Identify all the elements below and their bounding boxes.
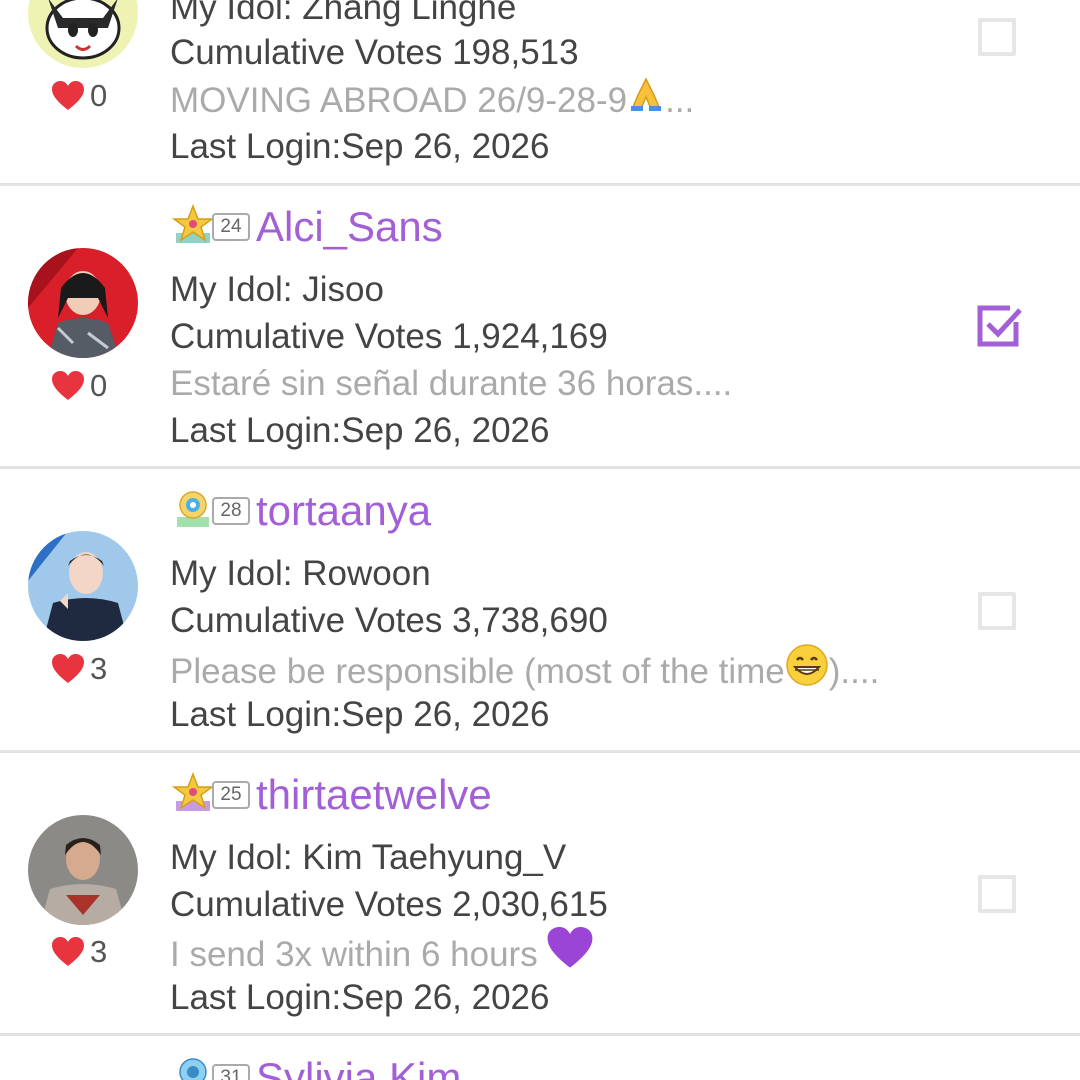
select-checkbox[interactable] xyxy=(978,592,1016,630)
voter-list: 0 My Idol: Zhang Linghe Cumulative Votes… xyxy=(0,0,1080,1080)
user-header: 24 Alci_Sans xyxy=(170,202,443,252)
votes-text: Cumulative Votes 3,738,690 xyxy=(170,601,608,640)
last-login: Last Login:Sep 26, 2026 xyxy=(170,978,550,1017)
level-number: 25 xyxy=(212,781,250,809)
like-counter[interactable]: 3 xyxy=(52,932,107,972)
flower-trophy-icon xyxy=(179,1058,207,1080)
like-count: 0 xyxy=(90,368,108,403)
level-badge: 31 xyxy=(170,1054,250,1080)
user-header: 28 tortaanya xyxy=(170,486,431,536)
list-item[interactable]: 31 Sylivia Kim xyxy=(0,1036,1080,1080)
username-link[interactable]: tortaanya xyxy=(256,487,431,535)
heart-icon xyxy=(52,654,84,684)
status-ellipsis: ... xyxy=(665,80,695,120)
level-number: 24 xyxy=(212,213,250,241)
grinning-face-emoji xyxy=(785,643,829,698)
level-badge: 25 xyxy=(170,771,250,819)
star-trophy-icon xyxy=(171,203,215,243)
heart-icon xyxy=(52,371,84,401)
list-item[interactable]: 0 My Idol: Zhang Linghe Cumulative Votes… xyxy=(0,0,1080,186)
level-badge: 28 xyxy=(170,487,250,535)
like-counter[interactable]: 3 xyxy=(52,649,107,689)
idol-text: My Idol: Zhang Linghe xyxy=(170,0,517,27)
select-checkbox[interactable] xyxy=(978,875,1016,913)
username-link[interactable]: Sylivia Kim xyxy=(256,1054,461,1080)
votes-text: Cumulative Votes 2,030,615 xyxy=(170,885,608,924)
user-header: 25 thirtaetwelve xyxy=(170,770,492,820)
status-message: MOVING ABROAD 26/9-28-9 ... xyxy=(170,75,695,127)
purple-heart-emoji xyxy=(547,927,593,980)
like-count: 3 xyxy=(90,651,108,686)
status-ellipsis: ).... xyxy=(828,651,880,691)
user-avatar[interactable] xyxy=(28,248,138,358)
idol-text: My Idol: Jisoo xyxy=(170,270,384,309)
list-item[interactable]: 24 Alci_Sans 0 My Idol: Jisoo Cumulative… xyxy=(0,186,1080,469)
like-count: 0 xyxy=(90,78,108,113)
level-badge: 24 xyxy=(170,203,250,251)
like-counter[interactable]: 0 xyxy=(52,366,107,406)
level-number: 31 xyxy=(212,1064,250,1080)
idol-text: My Idol: Kim Taehyung_V xyxy=(170,838,567,877)
select-checkbox[interactable] xyxy=(978,18,1016,56)
username-link[interactable]: thirtaetwelve xyxy=(256,771,492,819)
status-message: Estaré sin señal durante 36 horas.... xyxy=(170,364,733,403)
folded-hands-emoji xyxy=(627,75,665,124)
status-text: Please be responsible (most of the time xyxy=(170,651,785,691)
like-count: 3 xyxy=(90,934,108,969)
list-item[interactable]: 28 tortaanya 3 My Idol: Rowoon Cumulativ… xyxy=(0,469,1080,753)
last-login: Last Login:Sep 26, 2026 xyxy=(170,695,550,734)
status-text: MOVING ABROAD 26/9-28-9 xyxy=(170,80,628,120)
heart-icon xyxy=(52,81,84,111)
like-counter[interactable]: 0 xyxy=(52,76,107,116)
votes-text: Cumulative Votes 1,924,169 xyxy=(170,317,608,356)
user-header: 31 Sylivia Kim xyxy=(170,1053,461,1080)
votes-text: Cumulative Votes 198,513 xyxy=(170,33,579,72)
list-item[interactable]: 25 thirtaetwelve 3 My Idol: Kim Taehyung… xyxy=(0,753,1080,1036)
idol-text: My Idol: Rowoon xyxy=(170,554,431,593)
level-number: 28 xyxy=(212,497,250,525)
select-checkbox-checked[interactable] xyxy=(976,304,1022,350)
last-login: Last Login:Sep 26, 2026 xyxy=(170,411,550,450)
flower-trophy-icon xyxy=(177,491,209,527)
username-link[interactable]: Alci_Sans xyxy=(256,203,443,251)
heart-icon xyxy=(52,937,84,967)
status-text: I send 3x within 6 hours xyxy=(170,934,538,974)
checkmark-icon xyxy=(977,305,1022,347)
user-avatar[interactable] xyxy=(28,531,138,641)
user-avatar[interactable] xyxy=(28,815,138,925)
last-login: Last Login:Sep 26, 2026 xyxy=(170,127,550,166)
user-avatar[interactable] xyxy=(28,0,138,68)
star-trophy-icon xyxy=(171,771,215,811)
